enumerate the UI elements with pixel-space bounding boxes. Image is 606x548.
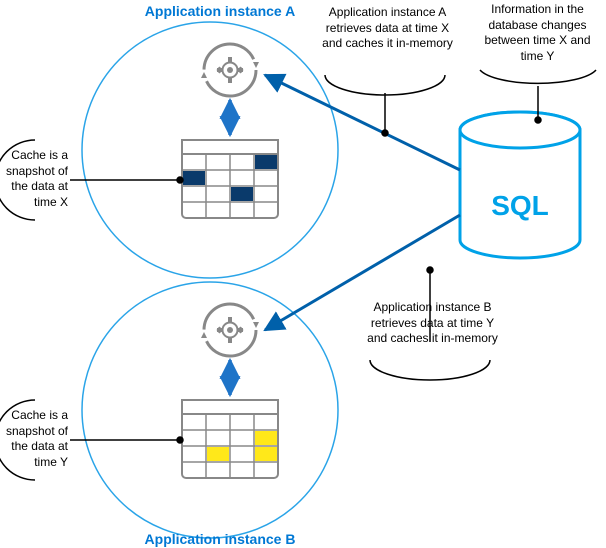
annotation-cache-x: Cache is a snapshot of the data at time … (0, 148, 68, 210)
annotation-retrieve-a: Application instance A retrieves data at… (320, 5, 455, 52)
retrieve-arrow-a (265, 75, 460, 170)
process-icon-b (201, 304, 259, 356)
svg-text:SQL: SQL (491, 190, 549, 221)
instance-b-title: Application instance B (120, 530, 320, 548)
annotation-db-change: Information in the database changes betw… (480, 2, 595, 64)
callout-retrieve-a (325, 75, 445, 136)
instance-a-title: Application instance A (120, 2, 320, 20)
process-icon-a (201, 44, 259, 96)
annotation-retrieve-b: Application instance B retrieves data at… (365, 300, 500, 347)
data-table-a (182, 140, 278, 218)
database-icon: SQL (460, 112, 580, 258)
annotation-cache-y: Cache is a snapshot of the data at time … (0, 408, 68, 470)
data-table-b (182, 400, 278, 478)
